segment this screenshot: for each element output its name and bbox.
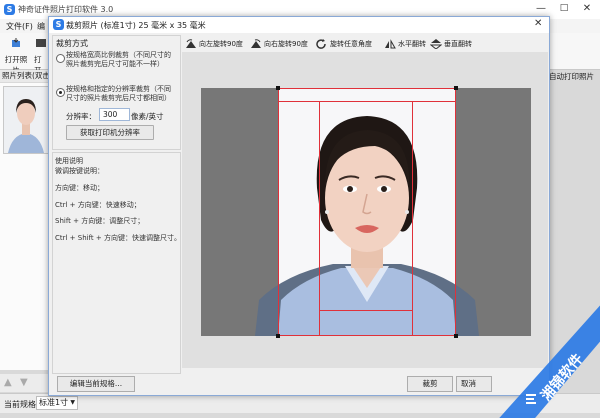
rotate-left-icon [186, 39, 196, 48]
auto-print-button[interactable]: 自动打印照片 [549, 71, 600, 83]
watermark-logo-icon [524, 392, 538, 406]
crop-by-resolution-radio[interactable] [56, 88, 65, 97]
menu-file[interactable]: 文件(F) [6, 21, 33, 32]
crop-by-ratio-label-line2: 照片裁剪完后尺寸可能不一样） [66, 60, 164, 68]
current-spec-value: 标准1寸 [39, 398, 69, 407]
crop-dialog-title: 裁剪照片 (标准1寸) 25 毫米 x 35 毫米 [66, 21, 206, 30]
get-printer-resolution-button[interactable]: 获取打印机分辨率 [66, 125, 154, 140]
crop-guide-chin [319, 310, 412, 311]
crop-button[interactable]: 裁剪 [407, 376, 453, 392]
app-logo-icon: S [4, 4, 15, 15]
help-title: 使用说明 [55, 157, 83, 165]
current-spec-select[interactable]: 标准1寸 ▼ [36, 396, 78, 410]
flip-vertical-label: 垂直翻转 [444, 40, 472, 48]
chevron-down-icon: ▼ [70, 399, 75, 406]
main-window-title: 神奇证件照片打印软件 3.0 [18, 5, 114, 14]
rotate-any-label: 旋转任意角度 [330, 40, 372, 48]
help-line-keys: 微调按键说明： [55, 167, 104, 175]
crop-by-ratio-label-line1: 按规格宽高比例裁剪（不同尺寸的 [66, 51, 171, 59]
crop-guide-top [278, 101, 456, 102]
resolution-input[interactable]: 300 [99, 108, 130, 121]
flip-vertical-icon [430, 39, 442, 49]
flip-horizontal-label: 水平翻转 [398, 40, 426, 48]
open-photo-icon [12, 38, 20, 47]
flip-horizontal-button[interactable]: 水平翻转 [384, 38, 426, 50]
crop-handle-bottom-left[interactable] [276, 334, 280, 338]
list-move-controls: ▲ ▼ [0, 374, 48, 392]
crop-handle-top-left[interactable] [276, 86, 280, 90]
thumbnail-portrait-image [4, 87, 48, 153]
move-down-icon[interactable]: ▼ [20, 377, 28, 388]
menu-edit[interactable]: 编 [37, 21, 45, 32]
rotate-any-icon [316, 39, 326, 49]
rotate-right-button[interactable]: 向右旋转90度 [250, 38, 308, 50]
maximize-button[interactable]: □ [557, 3, 571, 15]
rotate-left-button[interactable]: 向左旋转90度 [185, 38, 243, 50]
rotate-right-icon [251, 39, 261, 48]
close-window-button[interactable]: ✕ [580, 3, 594, 15]
current-spec-label: 当前规格: [4, 400, 39, 409]
crop-by-resolution-label-line1: 按规格和指定的分辨率裁剪（不同 [66, 85, 171, 93]
crop-mode-title: 裁剪方式 [56, 39, 88, 48]
help-line-fast-move: Ctrl + 方向键：快速移动； [55, 201, 141, 209]
resolution-unit: 像素/英寸 [131, 112, 164, 121]
photo-thumbnail[interactable] [3, 86, 49, 154]
move-up-icon[interactable]: ▲ [4, 377, 12, 388]
dialog-logo-icon: S [53, 19, 64, 30]
crop-guide-left [319, 101, 320, 336]
crop-dialog-close-button[interactable]: ✕ [534, 18, 542, 29]
rotate-right-label: 向右旋转90度 [264, 40, 308, 48]
help-line-resize: Shift + 方向键：调整尺寸； [55, 217, 145, 225]
crop-handle-top-right[interactable] [454, 86, 458, 90]
flip-vertical-button[interactable]: 垂直翻转 [430, 38, 472, 50]
resolution-label: 分辨率： [66, 112, 96, 121]
help-line-move: 方向键：移动； [55, 184, 104, 192]
crop-handle-bottom-right[interactable] [454, 334, 458, 338]
rotate-left-label: 向左旋转90度 [199, 40, 243, 48]
help-line-fast-resize: Ctrl + Shift + 方向键：快速调整尺寸。 [55, 234, 181, 242]
crop-by-ratio-radio[interactable] [56, 54, 65, 63]
flip-horizontal-icon [385, 39, 396, 49]
rotate-any-button[interactable]: 旋转任意角度 [316, 38, 372, 50]
crop-by-resolution-label-line2: 尺寸的照片裁剪完后尺寸都相同） [66, 94, 171, 102]
cancel-button[interactable]: 取消 [456, 376, 492, 392]
crop-guide-right [412, 101, 413, 336]
minimize-button[interactable]: — [534, 3, 548, 15]
photo-list-header: 照片列表(双击 [0, 70, 50, 82]
crop-frame[interactable] [278, 88, 456, 336]
edit-spec-button[interactable]: 编辑当前规格... [57, 376, 135, 392]
open-more-icon [36, 39, 46, 47]
